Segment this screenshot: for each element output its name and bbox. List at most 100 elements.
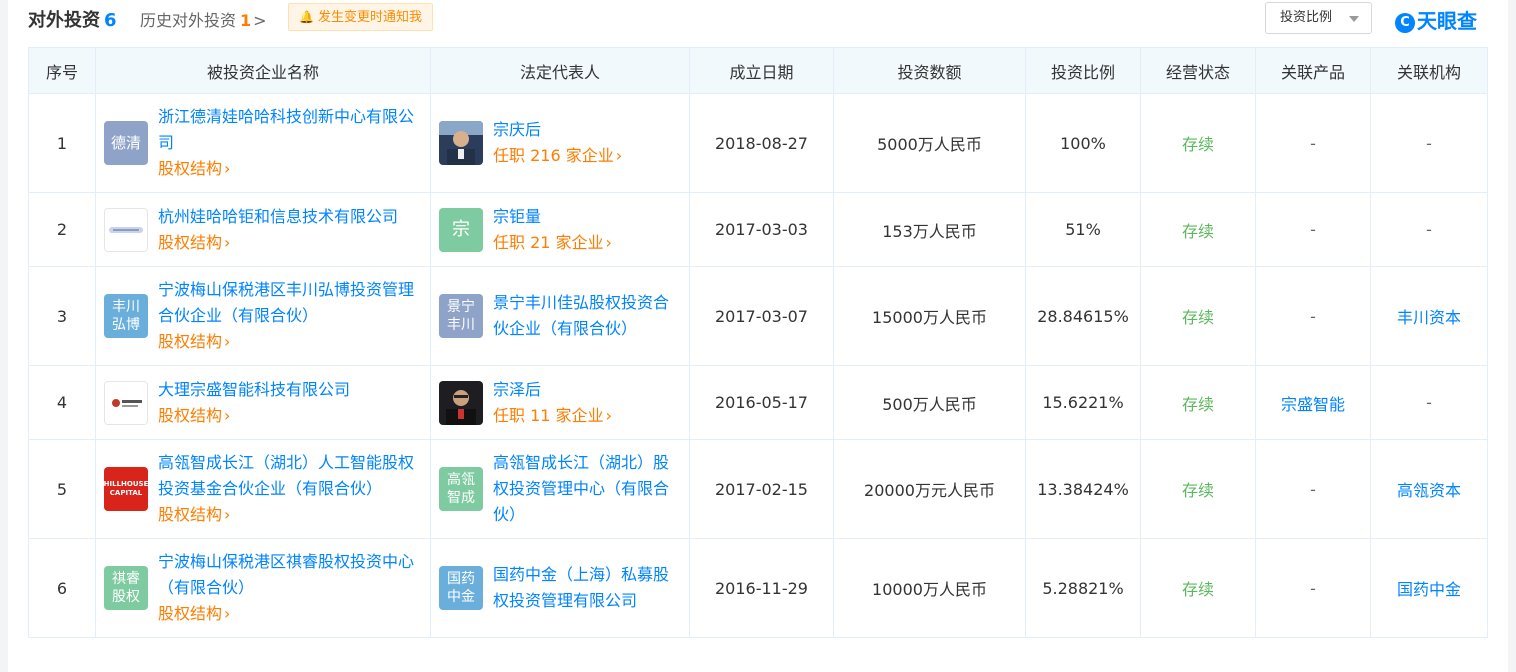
col-header-company: 被投资企业名称 [95, 47, 431, 94]
table-row: 3 丰川弘博 宁波梅山保税港区丰川弘博投资管理合伙企业（有限合伙） 股权结构 › … [28, 266, 1488, 366]
equity-structure-label: 股权结构 [158, 332, 223, 351]
row-index: 4 [28, 365, 96, 440]
table-row: 5 HILLHOUSE CAPITAL 高瓴智成长江（湖北）人工智能股权投资基金… [28, 439, 1488, 539]
investment-amount: 20000万元人民币 [833, 439, 1026, 539]
chevron-right-icon: › [224, 232, 231, 252]
col-header-legal-rep: 法定代表人 [430, 47, 690, 94]
positions-label: 任职 21 家企业 [493, 232, 604, 252]
company-cell: 德清 浙江德清娃哈哈科技创新中心有限公司 股权结构 › [95, 93, 431, 193]
founded-date: 2018-08-27 [689, 93, 834, 193]
col-header-status: 经营状态 [1140, 47, 1256, 94]
chevron-right-icon: > [253, 11, 267, 30]
row-index: 3 [28, 266, 96, 366]
person-avatar [439, 380, 483, 425]
tianyancha-logo: C 天眼查 [1395, 5, 1477, 34]
col-header-index: 序号 [28, 47, 96, 94]
history-label: 历史对外投资 [140, 11, 237, 30]
bell-icon: 🔔 [299, 10, 314, 24]
operating-status: 存续 [1140, 439, 1256, 539]
equity-structure-link[interactable]: 股权结构 › [158, 502, 422, 528]
company-logo: 德清 [104, 121, 148, 165]
legal-rep-name-link[interactable]: 景宁丰川佳弘股权投资合伙企业（有限合伙） [493, 290, 681, 342]
investment-amount: 10000万人民币 [833, 538, 1026, 638]
positions-link[interactable]: 任职 21 家企业 › [493, 230, 681, 256]
equity-structure-label: 股权结构 [158, 405, 223, 425]
operating-status: 存续 [1140, 538, 1256, 638]
legal-rep-name-link[interactable]: 国药中金（上海）私募股权投资管理有限公司 [493, 562, 681, 614]
legal-rep-name-link[interactable]: 宗泽后 [493, 377, 681, 403]
legal-rep-name-link[interactable]: 宗庆后 [493, 117, 681, 143]
chevron-right-icon: › [224, 604, 231, 623]
table-row: 4 大理宗盛智能科技有限公司 股权结构 › 宗泽后 任职 11 家企业 › 20… [28, 365, 1488, 440]
sort-dropdown[interactable]: 投资比例 [1265, 2, 1372, 34]
table-row: 2 杭州娃哈哈钜和信息技术有限公司 股权结构 › 宗 宗钜量 任职 21 家企业… [28, 192, 1488, 267]
row-index: 2 [28, 192, 96, 267]
investment-panel: 对外投资6 历史对外投资1> 🔔发生变更时通知我 投资比例 C天眼查 [8, 0, 1508, 672]
equity-structure-label: 股权结构 [158, 604, 223, 623]
company-name-link[interactable]: 大理宗盛智能科技有限公司 [158, 377, 422, 403]
equity-structure-link[interactable]: 股权结构 › [158, 601, 422, 627]
chevron-right-icon: › [605, 405, 612, 425]
company-logo: 丰川弘博 [104, 294, 148, 338]
person-avatar [439, 121, 483, 165]
company-name-link[interactable]: 浙江德清娃哈哈科技创新中心有限公司 [158, 104, 422, 156]
related-product-link[interactable]: 宗盛智能 [1255, 365, 1371, 440]
legal-rep-cell: 宗庆后 任职 216 家企业 › [430, 93, 690, 193]
title-text: 对外投资 [28, 10, 100, 31]
company-cell: 祺睿股权 宁波梅山保税港区祺睿股权投资中心（有限合伙） 股权结构 › [95, 538, 431, 638]
equity-structure-label: 股权结构 [158, 505, 223, 524]
title-count: 6 [104, 10, 117, 31]
related-org-link[interactable]: 高瓴资本 [1370, 439, 1488, 539]
investment-ratio: 51% [1025, 192, 1141, 267]
table-row: 1 德清 浙江德清娃哈哈科技创新中心有限公司 股权结构 › 宗庆后 任职 216… [28, 93, 1488, 193]
table-row: 6 祺睿股权 宁波梅山保税港区祺睿股权投资中心（有限合伙） 股权结构 › 国药中金 [28, 538, 1488, 638]
related-org-link[interactable]: 国药中金 [1370, 538, 1488, 638]
legal-rep-name-link[interactable]: 宗钜量 [493, 204, 681, 230]
positions-link[interactable]: 任职 11 家企业 › [493, 403, 681, 429]
investment-ratio: 15.6221% [1025, 365, 1141, 440]
operating-status: 存续 [1140, 365, 1256, 440]
equity-structure-link[interactable]: 股权结构 › [158, 403, 422, 429]
notify-on-change-button[interactable]: 🔔 发生变更时通知我 [288, 3, 433, 31]
related-org-link[interactable]: 丰川资本 [1370, 266, 1488, 366]
col-header-ratio: 投资比例 [1025, 47, 1141, 94]
company-name-link[interactable]: 宁波梅山保税港区丰川弘博投资管理合伙企业（有限合伙） [158, 277, 422, 329]
founded-date: 2016-05-17 [689, 365, 834, 440]
investment-ratio: 28.84615% [1025, 266, 1141, 366]
col-header-product: 关联产品 [1255, 47, 1371, 94]
related-product: - [1255, 538, 1371, 638]
legal-rep-name-link[interactable]: 高瓴智成长江（湖北）股权投资管理中心（有限合伙） [493, 450, 681, 528]
legal-rep-cell: 宗 宗钜量 任职 21 家企业 › [430, 192, 690, 267]
related-org: - [1370, 365, 1488, 440]
related-product: - [1255, 266, 1371, 366]
history-investment-link[interactable]: 历史对外投资 1 > [140, 7, 267, 31]
sort-label: 投资比例 [1280, 10, 1333, 25]
investment-amount: 153万人民币 [833, 192, 1026, 267]
investment-ratio: 100% [1025, 93, 1141, 193]
chevron-right-icon: › [224, 159, 231, 178]
company-name-link[interactable]: 宁波梅山保税港区祺睿股权投资中心（有限合伙） [158, 549, 422, 601]
equity-structure-link[interactable]: 股权结构 › [158, 329, 422, 355]
chevron-right-icon: › [615, 146, 623, 165]
company-name-link[interactable]: 杭州娃哈哈钜和信息技术有限公司 [158, 204, 422, 230]
company-avatar: 高瓴智成 [439, 467, 483, 511]
related-org: - [1370, 93, 1488, 193]
investment-table: 序号 被投资企业名称 法定代表人 成立日期 投资数额 投资比例 经营状态 关联产… [28, 47, 1488, 638]
brand-mark-icon: C [1395, 13, 1415, 33]
notify-label: 发生变更时通知我 [317, 10, 422, 25]
operating-status: 存续 [1140, 266, 1256, 366]
company-logo [104, 207, 148, 252]
equity-structure-link[interactable]: 股权结构 › [158, 230, 422, 256]
chevron-right-icon: › [224, 405, 231, 425]
equity-structure-link[interactable]: 股权结构 › [158, 156, 422, 182]
positions-link[interactable]: 任职 216 家企业 › [493, 143, 681, 169]
company-name-link[interactable]: 高瓴智成长江（湖北）人工智能股权投资基金合伙企业（有限合伙） [158, 450, 422, 502]
col-header-date: 成立日期 [689, 47, 834, 94]
legal-rep-cell: 国药中金 国药中金（上海）私募股权投资管理有限公司 [430, 538, 690, 638]
row-index: 5 [28, 439, 96, 539]
brand-text: 天眼查 [1417, 9, 1477, 33]
related-product: - [1255, 439, 1371, 539]
company-avatar: 国药中金 [439, 566, 483, 610]
founded-date: 2017-02-15 [689, 439, 834, 539]
company-avatar: 景宁丰川 [439, 294, 483, 338]
